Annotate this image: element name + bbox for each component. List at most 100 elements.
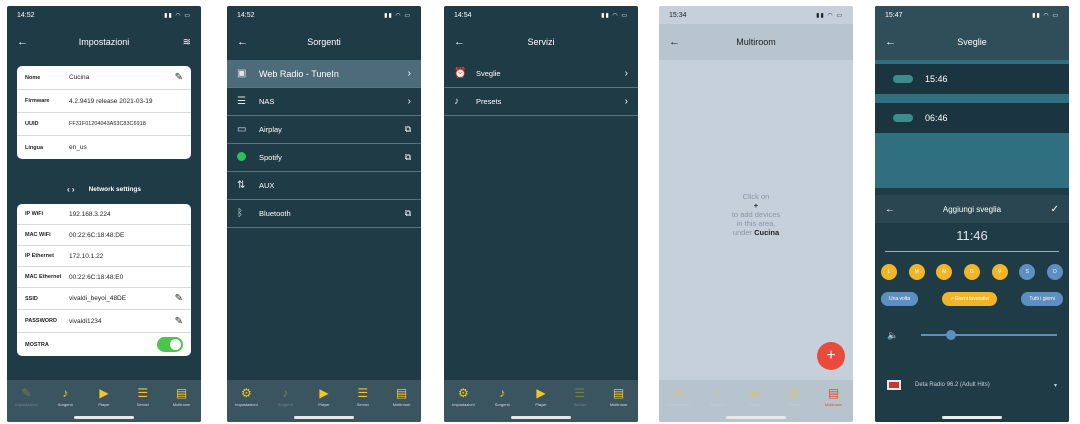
source-item-nas[interactable]: ☰ NAS › (227, 88, 421, 116)
nav-sorgenti[interactable]: ♪ Sorgenti (484, 386, 520, 407)
chevron-right-icon: › (407, 96, 411, 107)
screen-servizi: 14:54 ▮▮ ◠ ▭ ← Servizi ⏰ Sveglie › ♪ Pre… (444, 6, 638, 422)
back-arrow-icon[interactable]: ← (237, 36, 248, 48)
day-button[interactable]: D (1046, 264, 1063, 280)
add-alarm-header: ← Aggiungi sveglia ✓ (875, 195, 1069, 223)
nav-impostazioni[interactable]: ✎ Impostazioni (8, 386, 44, 407)
nav-servizi[interactable]: ☰ Servizi (777, 386, 813, 407)
nav-player[interactable]: ▶ Player (306, 386, 342, 407)
back-arrow-icon[interactable]: ← (885, 36, 896, 48)
nav-sorgenti[interactable]: ♪ Sorgenti (47, 386, 83, 407)
net-row-ip-ethernet: IP Ethernet 172.10.1.22 (17, 246, 191, 267)
nav-servizi[interactable]: ☰ Servizi (562, 386, 598, 407)
device-info-card: Nome Cucina ✎ Firmware 4.2.9419 release … (17, 66, 191, 159)
service-item-sveglie[interactable]: ⏰ Sveglie › (444, 60, 638, 88)
volume-slider[interactable]: 🔈 (887, 328, 1057, 342)
alarm-time-picker[interactable]: 11:46 (875, 228, 1069, 243)
volume-knob[interactable] (945, 330, 956, 340)
status-bar: 14:52 ▮▮ ◠ ▭ (227, 6, 421, 24)
source-item-spotify[interactable]: Spotify ⧉ (227, 144, 421, 172)
nav-multiroom[interactable]: ▤ Multiroom (384, 386, 420, 407)
chip-once[interactable]: Una volta (881, 292, 919, 306)
source-item-webradio[interactable]: ▣ Web Radio - TuneIn › (227, 60, 421, 88)
day-button[interactable]: S (1019, 264, 1036, 280)
source-item-bluetooth[interactable]: ᛒ Bluetooth ⧉ (227, 200, 421, 228)
chevron-right-icon: › (624, 68, 628, 79)
day-button[interactable]: L (881, 264, 897, 280)
bluetooth-icon: ᛒ (237, 208, 243, 219)
nav-impostazioni[interactable]: ⚙ Impostazioni (228, 386, 264, 407)
chip-weekdays[interactable]: ✓ Giorni lavorativi (942, 292, 998, 306)
play-icon: ▶ (536, 386, 546, 400)
external-link-icon: ⧉ (404, 124, 411, 134)
wifi-settings-icon[interactable]: ≋ (183, 37, 191, 48)
edit-pencil-icon[interactable]: ✎ (175, 293, 183, 304)
list-icon: ☰ (789, 386, 801, 400)
nav-sorgenti[interactable]: ♪ Sorgenti (267, 386, 303, 407)
nav-impostazioni[interactable]: ⚙ Impostazioni (660, 386, 696, 407)
nav-sorgenti[interactable]: ♪ Sorgenti (699, 386, 735, 407)
back-arrow-icon[interactable]: ← (669, 36, 680, 48)
nav-player[interactable]: ▶ Player (738, 386, 774, 407)
nav-impostazioni[interactable]: ⚙ Impostazioni (445, 386, 481, 407)
code-arrows-icon: ‹ › (67, 184, 75, 194)
title-bar: ← Sorgenti (227, 24, 421, 60)
speakers-icon: ▤ (395, 386, 408, 400)
network-settings-header[interactable]: ‹ › Network settings (7, 182, 201, 196)
nav-multiroom[interactable]: ▤ Multiroom (601, 386, 637, 407)
play-icon: ▶ (319, 386, 329, 400)
confirm-check-icon[interactable]: ✓ (1051, 204, 1059, 215)
status-bar: 15:47 ▮▮ ◠ ▭ (875, 6, 1069, 24)
net-row-ssid: SSID vivaldi_beyoi_48DE ✎ (17, 288, 191, 310)
back-arrow-icon[interactable]: ← (885, 204, 895, 215)
day-button[interactable]: M (908, 264, 925, 280)
day-button[interactable]: M (936, 264, 953, 280)
page-title: Impostazioni (78, 37, 130, 47)
nav-multiroom[interactable]: ▤ Multiroom (164, 386, 200, 407)
clock: 15:47 (885, 11, 903, 19)
chevron-right-icon: › (407, 68, 411, 79)
alarm-toggle[interactable] (893, 114, 913, 122)
nav-multiroom[interactable]: ▤ Multiroom (816, 386, 852, 407)
day-button[interactable]: V (991, 264, 1008, 280)
source-item-airplay[interactable]: ▭ Airplay ⧉ (227, 116, 421, 144)
volume-track[interactable] (921, 330, 1057, 340)
alarm-item[interactable]: 15:46 (875, 64, 1069, 94)
status-bar: 15:34 ▮▮ ◠ ▭ (659, 6, 853, 24)
service-item-presets[interactable]: ♪ Presets › (444, 88, 638, 116)
net-row-show: MOSTRA (17, 333, 191, 356)
net-row-mac-ethernet: MAC Ethernet 00:22:6C:18:48:E0 (17, 267, 191, 288)
signal-wifi-battery-icons: ▮▮ ◠ ▭ (601, 12, 628, 19)
title-bar: ← Multiroom (659, 24, 853, 60)
sources-list: ▣ Web Radio - TuneIn › ☰ NAS › ▭ Airplay… (227, 60, 421, 228)
source-item-aux[interactable]: ⇅ AUX (227, 172, 421, 200)
screen-multiroom: 15:34 ▮▮ ◠ ▭ ← Multiroom Click on + to a… (659, 6, 853, 422)
chip-every-day[interactable]: Tutti i giorni (1021, 292, 1063, 306)
alarm-source-dropdown[interactable]: Deta Radio 96.2 (Adult Hits) ▾ (887, 378, 1057, 392)
plus-icon: + (753, 201, 759, 210)
screen-sorgenti: 14:52 ▮▮ ◠ ▭ ← Sorgenti ▣ Web Radio - Tu… (227, 6, 421, 422)
day-button[interactable]: G (963, 264, 980, 280)
add-alarm-panel (875, 223, 1069, 422)
alarm-toggle[interactable] (893, 75, 913, 83)
nav-player[interactable]: ▶ Player (523, 386, 559, 407)
nav-servizi[interactable]: ☰ Servizi (125, 386, 161, 407)
title-bar: ← Sveglie (875, 24, 1069, 60)
dropdown-arrow-icon: ▾ (1053, 382, 1057, 389)
signal-wifi-battery-icons: ▮▮ ◠ ▭ (384, 12, 411, 19)
signal-wifi-battery-icons: ▮▮ ◠ ▭ (816, 12, 843, 19)
edit-pencil-icon[interactable]: ✎ (175, 72, 183, 83)
back-arrow-icon[interactable]: ← (454, 36, 465, 48)
edit-pencil-icon[interactable]: ✎ (175, 316, 183, 327)
show-password-toggle[interactable] (157, 337, 183, 352)
nav-player[interactable]: ▶ Player (86, 386, 122, 407)
status-bar: 14:52 ▮▮ ◠ ▭ (7, 6, 201, 24)
info-row-uuid: UUID FF31F01204043A53C83C6918 (17, 113, 191, 136)
music-note-icon: ♪ (499, 386, 506, 400)
repeat-presets: Una volta ✓ Giorni lavorativi Tutti i gi… (881, 292, 1063, 306)
back-arrow-icon[interactable]: ← (17, 36, 28, 48)
alarm-item[interactable]: 06:46 (875, 103, 1069, 133)
nav-servizi[interactable]: ☰ Servizi (345, 386, 381, 407)
add-device-button[interactable]: + (817, 342, 845, 370)
home-indicator (726, 416, 786, 419)
